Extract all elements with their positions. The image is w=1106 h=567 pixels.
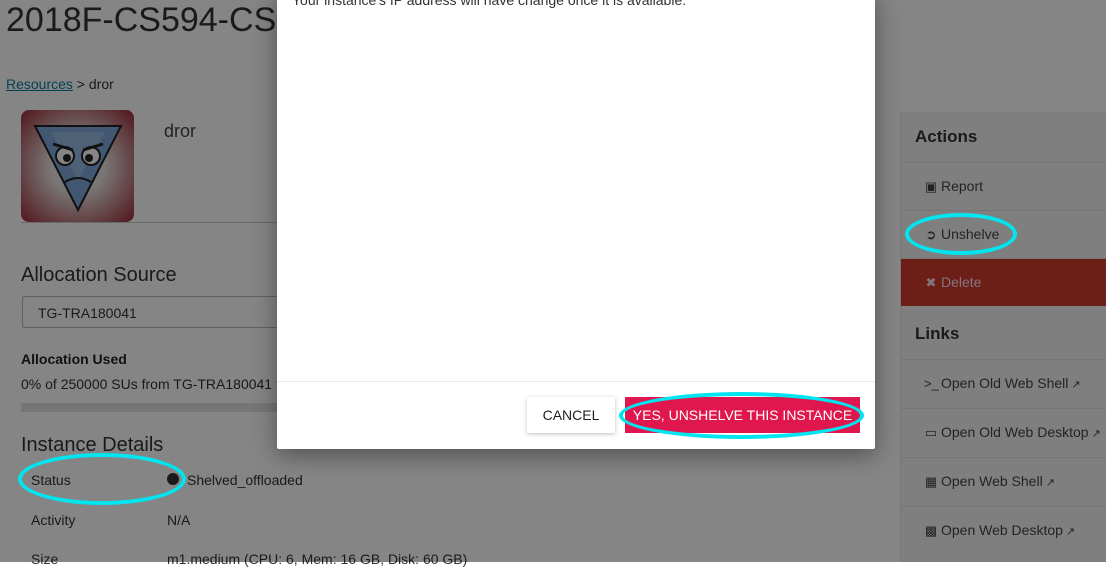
cancel-button[interactable]: CANCEL xyxy=(527,397,615,433)
confirm-unshelve-button[interactable]: YES, UNSHELVE THIS INSTANCE xyxy=(625,397,860,433)
unshelve-dialog: Your instance's IP address will have cha… xyxy=(277,0,875,449)
dialog-footer-divider xyxy=(277,381,875,382)
dialog-message: Your instance's IP address will have cha… xyxy=(292,0,687,8)
